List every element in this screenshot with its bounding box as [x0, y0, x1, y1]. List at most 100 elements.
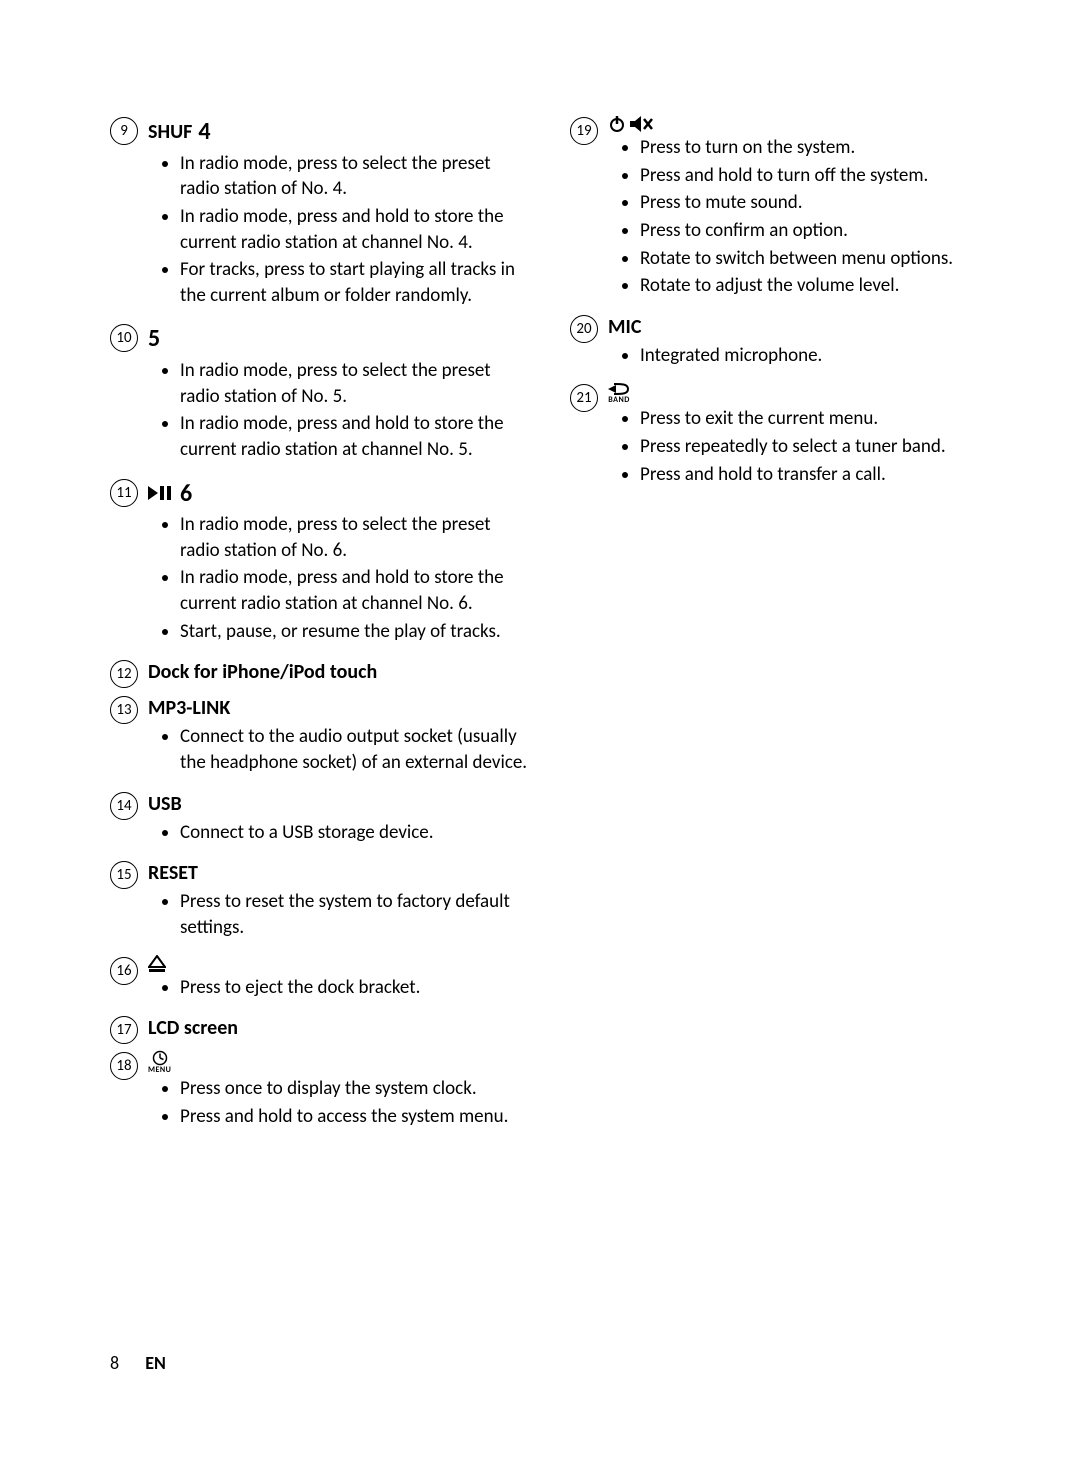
item-body: 5 In radio mode, press to select the pres…	[148, 322, 530, 470]
item-title: MIC	[608, 313, 990, 341]
item-body: USBConnect to a USB storage device.	[148, 790, 530, 854]
item-title: RESET	[148, 859, 530, 887]
power-mute-icon	[608, 115, 654, 133]
bullet-item: In radio mode, press and hold to store t…	[180, 411, 530, 462]
bullet-item: Press to confirm an option.	[640, 218, 990, 244]
bullet-list: In radio mode, press to select the prese…	[148, 358, 530, 463]
item-title: SHUF 4	[148, 115, 530, 149]
title-text: 4	[198, 115, 210, 149]
bullet-item: Press and hold to transfer a call.	[640, 462, 990, 488]
title-text: LCD screen	[148, 1014, 238, 1042]
item-title	[608, 115, 990, 133]
item-body: SHUF 4In radio mode, press to select the…	[148, 115, 530, 316]
item-body: Dock for iPhone/iPod touch	[148, 658, 530, 686]
item-body: BANDPress to exit the current menu.Press…	[608, 382, 990, 495]
page-number: 8	[110, 1352, 119, 1374]
bullet-item: Press to reset the system to factory def…	[180, 889, 530, 940]
item-body: MENUPress once to display the system clo…	[148, 1050, 530, 1137]
bullet-item: Press and hold to access the system menu…	[180, 1104, 530, 1130]
item-title: Dock for iPhone/iPod touch	[148, 658, 530, 686]
bullet-item: Press to exit the current menu.	[640, 406, 990, 432]
left-column: 9SHUF 4In radio mode, press to select th…	[110, 115, 530, 1144]
list-item: 20 MICIntegrated microphone.	[570, 313, 990, 377]
list-item: 15 RESETPress to reset the system to fact…	[110, 859, 530, 948]
item-title: BAND	[608, 382, 990, 404]
title-text: 6	[180, 477, 192, 511]
page-footer: 8 EN	[110, 1352, 166, 1374]
item-body: 6In radio mode, press to select the pres…	[148, 477, 530, 653]
bullet-list: Press once to display the system clock.P…	[148, 1076, 530, 1129]
list-item: 13 MP3-LINKConnect to the audio output so…	[110, 694, 530, 783]
right-column: 19Press to turn on the system.Press and …	[570, 115, 990, 1144]
list-item: 9 SHUF 4In radio mode, press to select th…	[110, 115, 530, 316]
item-body: MICIntegrated microphone.	[608, 313, 990, 377]
bullet-item: Integrated microphone.	[640, 343, 990, 369]
item-number-circle: 15	[110, 861, 138, 889]
bullet-item: For tracks, press to start playing all t…	[180, 257, 530, 308]
bullet-item: In radio mode, press to select the prese…	[180, 358, 530, 409]
item-number-circle: 20	[570, 315, 598, 343]
bullet-item: Press to mute sound.	[640, 190, 990, 216]
item-title: LCD screen	[148, 1014, 530, 1042]
item-title: MP3-LINK	[148, 694, 530, 722]
item-body: MP3-LINKConnect to the audio output sock…	[148, 694, 530, 783]
bullet-item: Press to eject the dock bracket.	[180, 975, 530, 1001]
item-title: MENU	[148, 1050, 530, 1074]
item-number-circle: 13	[110, 696, 138, 724]
item-body: Press to eject the dock bracket.	[148, 955, 530, 1009]
play-pause-icon	[148, 484, 174, 502]
bullet-list: In radio mode, press to select the prese…	[148, 512, 530, 644]
bullet-item: In radio mode, press and hold to store t…	[180, 565, 530, 616]
title-text: USB	[148, 790, 182, 818]
item-number-circle: 18	[110, 1052, 138, 1080]
list-item: 14 USBConnect to a USB storage device.	[110, 790, 530, 854]
back-band-icon: BAND	[608, 382, 630, 404]
title-text: MIC	[608, 313, 641, 341]
item-body: RESETPress to reset the system to factor…	[148, 859, 530, 948]
bullet-item: Press repeatedly to select a tuner band.	[640, 434, 990, 460]
list-item: 12Dock for iPhone/iPod touch	[110, 658, 530, 688]
item-number-circle: 14	[110, 792, 138, 820]
bullet-item: Connect to the audio output socket (usua…	[180, 724, 530, 775]
title-text: 5	[148, 322, 160, 356]
title-text: MP3-LINK	[148, 694, 230, 722]
list-item: 21BANDPress to exit the current menu.Pre…	[570, 382, 990, 495]
bullet-list: Integrated microphone.	[608, 343, 990, 369]
title-text: RESET	[148, 859, 198, 887]
item-number-circle: 9	[110, 117, 138, 145]
item-body: LCD screen	[148, 1014, 530, 1042]
bullet-item: In radio mode, press to select the prese…	[180, 512, 530, 563]
list-item: 116In radio mode, press to select the pr…	[110, 477, 530, 653]
item-number-circle: 17	[110, 1016, 138, 1044]
bullet-item: Connect to a USB storage device.	[180, 820, 530, 846]
bullet-item: In radio mode, press and hold to store t…	[180, 204, 530, 255]
bullet-list: In radio mode, press to select the prese…	[148, 151, 530, 309]
title-text: SHUF	[148, 118, 192, 146]
item-number-circle: 21	[570, 384, 598, 412]
bullet-item: Press and hold to turn off the system.	[640, 163, 990, 189]
item-title: 5	[148, 322, 530, 356]
page-language: EN	[145, 1352, 166, 1374]
list-item: 19Press to turn on the system.Press and …	[570, 115, 990, 307]
bullet-item: In radio mode, press to select the prese…	[180, 151, 530, 202]
list-item: 18MENUPress once to display the system c…	[110, 1050, 530, 1137]
bullet-item: Rotate to switch between menu options.	[640, 246, 990, 272]
item-number-circle: 16	[110, 957, 138, 985]
bullet-item: Press once to display the system clock.	[180, 1076, 530, 1102]
eject-icon	[148, 955, 166, 973]
bullet-item: Press to turn on the system.	[640, 135, 990, 161]
title-text: Dock for iPhone/iPod touch	[148, 658, 377, 686]
bullet-list: Press to reset the system to factory def…	[148, 889, 530, 940]
clock-menu-icon: MENU	[148, 1050, 171, 1074]
bullet-item: Start, pause, or resume the play of trac…	[180, 619, 530, 645]
page-content: 9SHUF 4In radio mode, press to select th…	[0, 0, 1080, 1144]
bullet-list: Press to turn on the system.Press and ho…	[608, 135, 990, 299]
list-item: 17 LCD screen	[110, 1014, 530, 1044]
item-number-circle: 10	[110, 324, 138, 352]
item-title	[148, 955, 530, 973]
bullet-list: Press to eject the dock bracket.	[148, 975, 530, 1001]
list-item: 16 Press to eject the dock bracket.	[110, 955, 530, 1009]
item-title: 6	[148, 477, 530, 511]
item-body: Press to turn on the system.Press and ho…	[608, 115, 990, 307]
bullet-item: Rotate to adjust the volume level.	[640, 273, 990, 299]
